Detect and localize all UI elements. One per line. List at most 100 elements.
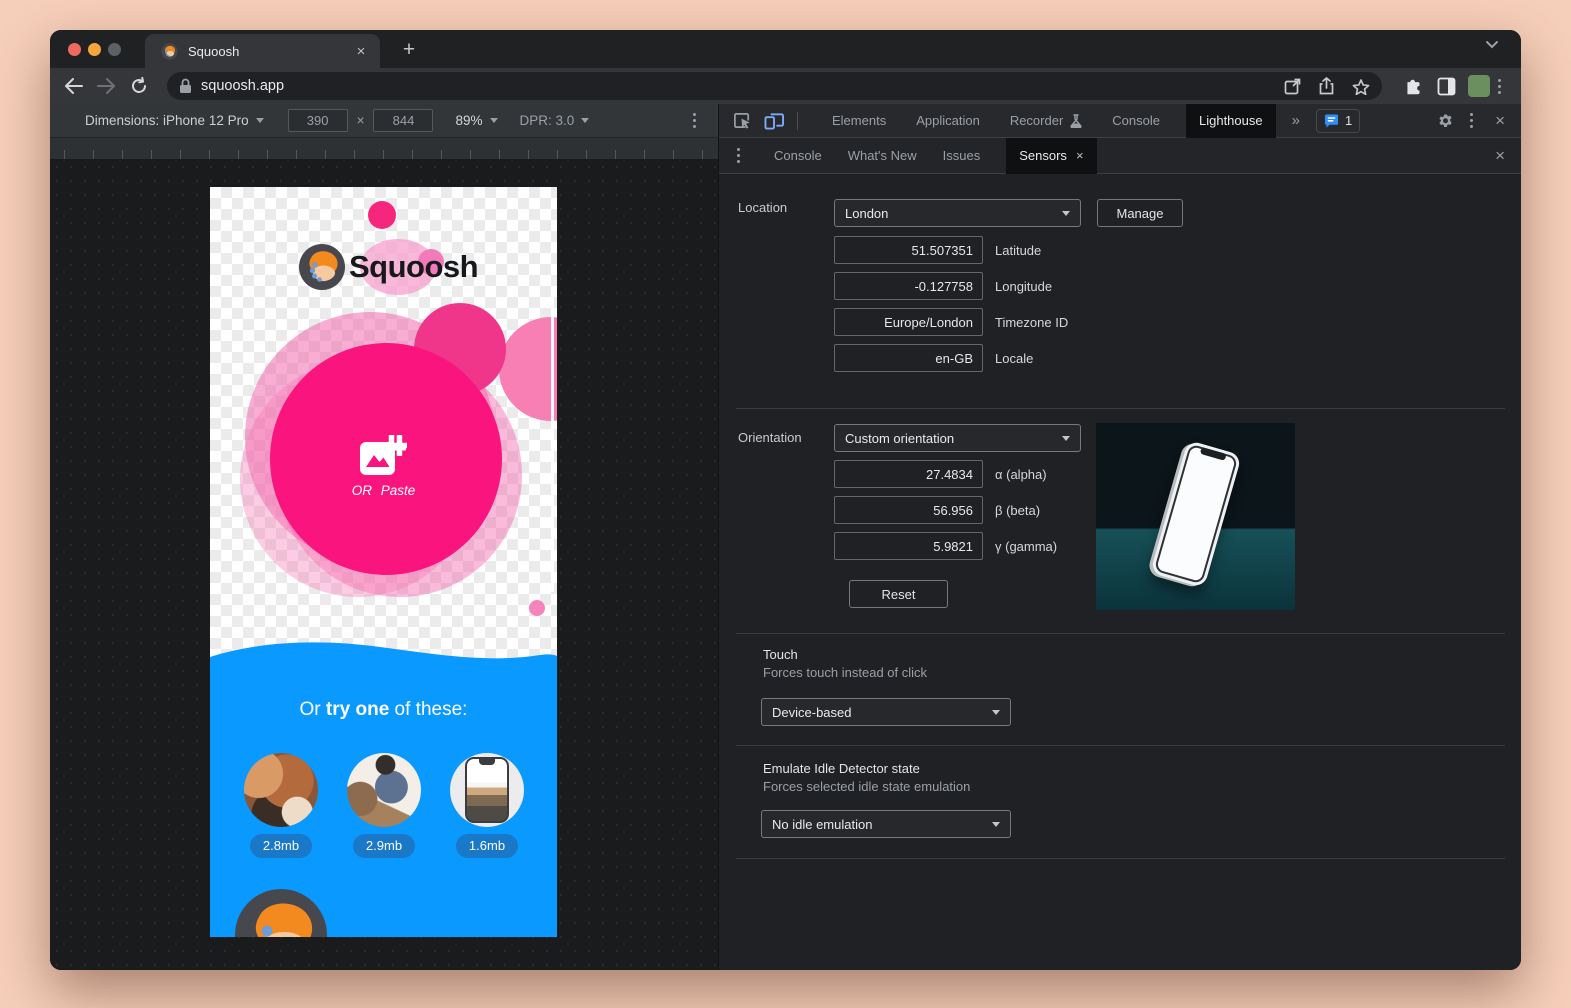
orientation-selected-value: Custom orientation — [845, 431, 954, 446]
or-label: OR — [352, 483, 372, 498]
zoom-dropdown[interactable]: 89% — [455, 113, 497, 128]
inspect-element-icon[interactable] — [731, 110, 753, 132]
tab-lighthouse-selected[interactable]: Lighthouse — [1186, 104, 1276, 138]
reset-button[interactable]: Reset — [849, 580, 948, 608]
locale-input[interactable]: en-GB — [834, 344, 983, 372]
alpha-input[interactable]: 27.4834 — [834, 460, 983, 488]
try-bold: try one — [326, 699, 389, 720]
device-dimensions-dropdown[interactable]: Dimensions: iPhone 12 Pro — [85, 113, 264, 128]
demo-size-badge: 2.8mb — [250, 834, 312, 858]
drawer-tab-console[interactable]: Console — [774, 148, 822, 163]
pink-dot-small — [529, 600, 545, 616]
timezone-label: Timezone ID — [995, 308, 1068, 336]
idle-detector-description: Forces selected idle state emulation — [763, 779, 970, 794]
settings-gear-icon[interactable] — [1434, 110, 1456, 132]
viewport-width-input[interactable]: 390 — [288, 109, 348, 132]
devtools-tab-bar: Elements Application Recorder Console Li… — [719, 104, 1521, 138]
drawer-tab-issues[interactable]: Issues — [943, 148, 981, 163]
try-suffix: of these: — [389, 699, 467, 720]
locale-value: en-GB — [935, 351, 973, 366]
or-paste-text: OR Paste — [210, 483, 557, 498]
sensors-tab-close-icon[interactable]: × — [1076, 148, 1084, 163]
close-devtools-icon[interactable]: × — [1487, 111, 1513, 131]
dpr-dropdown[interactable]: DPR: 3.0 — [520, 113, 590, 128]
tab-console[interactable]: Console — [1112, 113, 1160, 128]
latitude-input[interactable]: 51.507351 — [834, 236, 983, 264]
new-tab-button[interactable]: + — [396, 37, 422, 63]
minimize-window-button[interactable] — [88, 43, 101, 56]
tab-search-chevron-icon[interactable] — [1485, 40, 1499, 49]
tab-recorder[interactable]: Recorder — [1010, 113, 1082, 128]
issues-counter-badge[interactable]: 1 — [1316, 109, 1360, 133]
gamma-input[interactable]: 5.9821 — [834, 532, 983, 560]
extensions-puzzle-icon[interactable] — [1401, 74, 1425, 98]
longitude-input[interactable]: -0.127758 — [834, 272, 983, 300]
demo-image-red-panda[interactable] — [244, 753, 318, 827]
timezone-input[interactable]: Europe/London — [834, 308, 983, 336]
chevron-down-icon — [992, 822, 1000, 827]
profile-avatar[interactable] — [1468, 75, 1490, 97]
locale-label: Locale — [995, 344, 1033, 372]
paste-link[interactable]: Paste — [381, 483, 416, 498]
browser-window: Squoosh × + squoosh.app — [50, 30, 1521, 970]
toggle-device-toolbar-icon[interactable] — [763, 110, 785, 132]
drawer-tab-sensors-selected[interactable]: Sensors × — [1006, 138, 1096, 174]
address-bar[interactable]: squoosh.app — [167, 72, 1382, 100]
device-emulation-pane: Dimensions: iPhone 12 Pro 390 × 844 89% … — [50, 104, 718, 970]
close-window-button[interactable] — [68, 43, 81, 56]
forward-button[interactable] — [95, 75, 117, 97]
tab-strip: Squoosh × + — [50, 30, 1521, 68]
more-tabs-button[interactable]: » — [1292, 112, 1300, 129]
device-dimensions-label: Dimensions: iPhone 12 Pro — [85, 113, 249, 128]
orientation-select[interactable]: Custom orientation — [834, 424, 1081, 452]
device-toolbar-menu-kebab-icon[interactable] — [685, 109, 704, 132]
dimensions-times-label: × — [357, 113, 365, 128]
back-button[interactable] — [62, 75, 84, 97]
browser-menu-kebab-icon[interactable] — [1490, 75, 1509, 98]
demo-size-badge: 1.6mb — [456, 834, 518, 858]
browser-tab-squoosh[interactable]: Squoosh × — [145, 34, 380, 68]
orientation-phone-preview[interactable] — [1096, 423, 1295, 610]
tab-close-icon[interactable]: × — [352, 43, 370, 60]
tab-application[interactable]: Application — [916, 113, 980, 128]
location-select[interactable]: London — [834, 199, 1081, 227]
demo-image-phone-screenshot[interactable] — [450, 753, 524, 827]
beta-input[interactable]: 56.956 — [834, 496, 983, 524]
side-panel-icon[interactable] — [1434, 74, 1458, 98]
section-separator — [736, 633, 1505, 634]
maximize-window-button[interactable] — [108, 43, 121, 56]
touch-select[interactable]: Device-based — [761, 698, 1011, 726]
try-one-text: Or try one of these: — [210, 699, 557, 721]
open-in-new-icon[interactable] — [1284, 78, 1301, 95]
close-drawer-icon[interactable]: × — [1487, 146, 1513, 166]
reload-button[interactable] — [128, 75, 150, 97]
share-icon[interactable] — [1319, 77, 1334, 95]
pink-dot-decoration — [368, 201, 396, 229]
squoosh-favicon-icon — [161, 43, 178, 60]
idle-emulation-select[interactable]: No idle emulation — [761, 810, 1011, 838]
bookmark-star-icon[interactable] — [1352, 78, 1370, 95]
chevron-down-icon — [581, 118, 589, 123]
latitude-value: 51.507351 — [912, 243, 973, 258]
viewport-height-input[interactable]: 844 — [373, 109, 433, 132]
section-separator — [736, 745, 1505, 746]
tab-elements[interactable]: Elements — [832, 113, 886, 128]
touch-title: Touch — [763, 647, 798, 662]
manage-button[interactable]: Manage — [1097, 199, 1183, 227]
longitude-label: Longitude — [995, 272, 1052, 300]
demo-image-artist[interactable] — [347, 753, 421, 827]
add-image-icon[interactable] — [359, 435, 407, 479]
drawer-menu-kebab-icon[interactable] — [729, 144, 748, 167]
devtools-menu-kebab-icon[interactable] — [1462, 109, 1481, 132]
beta-value: 56.956 — [933, 503, 973, 518]
squoosh-app: Squoosh OR Paste — [210, 187, 557, 937]
drawer-tab-whats-new[interactable]: What's New — [848, 148, 917, 163]
squoosh-logo-icon — [298, 243, 346, 291]
app-scrollbar-thumb[interactable] — [551, 297, 554, 592]
gamma-label: γ (gamma) — [995, 532, 1057, 560]
squoosh-footer-logo-icon — [233, 887, 329, 937]
tab-title: Squoosh — [188, 44, 352, 59]
idle-detector-title: Emulate Idle Detector state — [763, 761, 920, 776]
section-separator — [736, 408, 1505, 409]
device-viewport: Squoosh OR Paste — [50, 160, 718, 970]
